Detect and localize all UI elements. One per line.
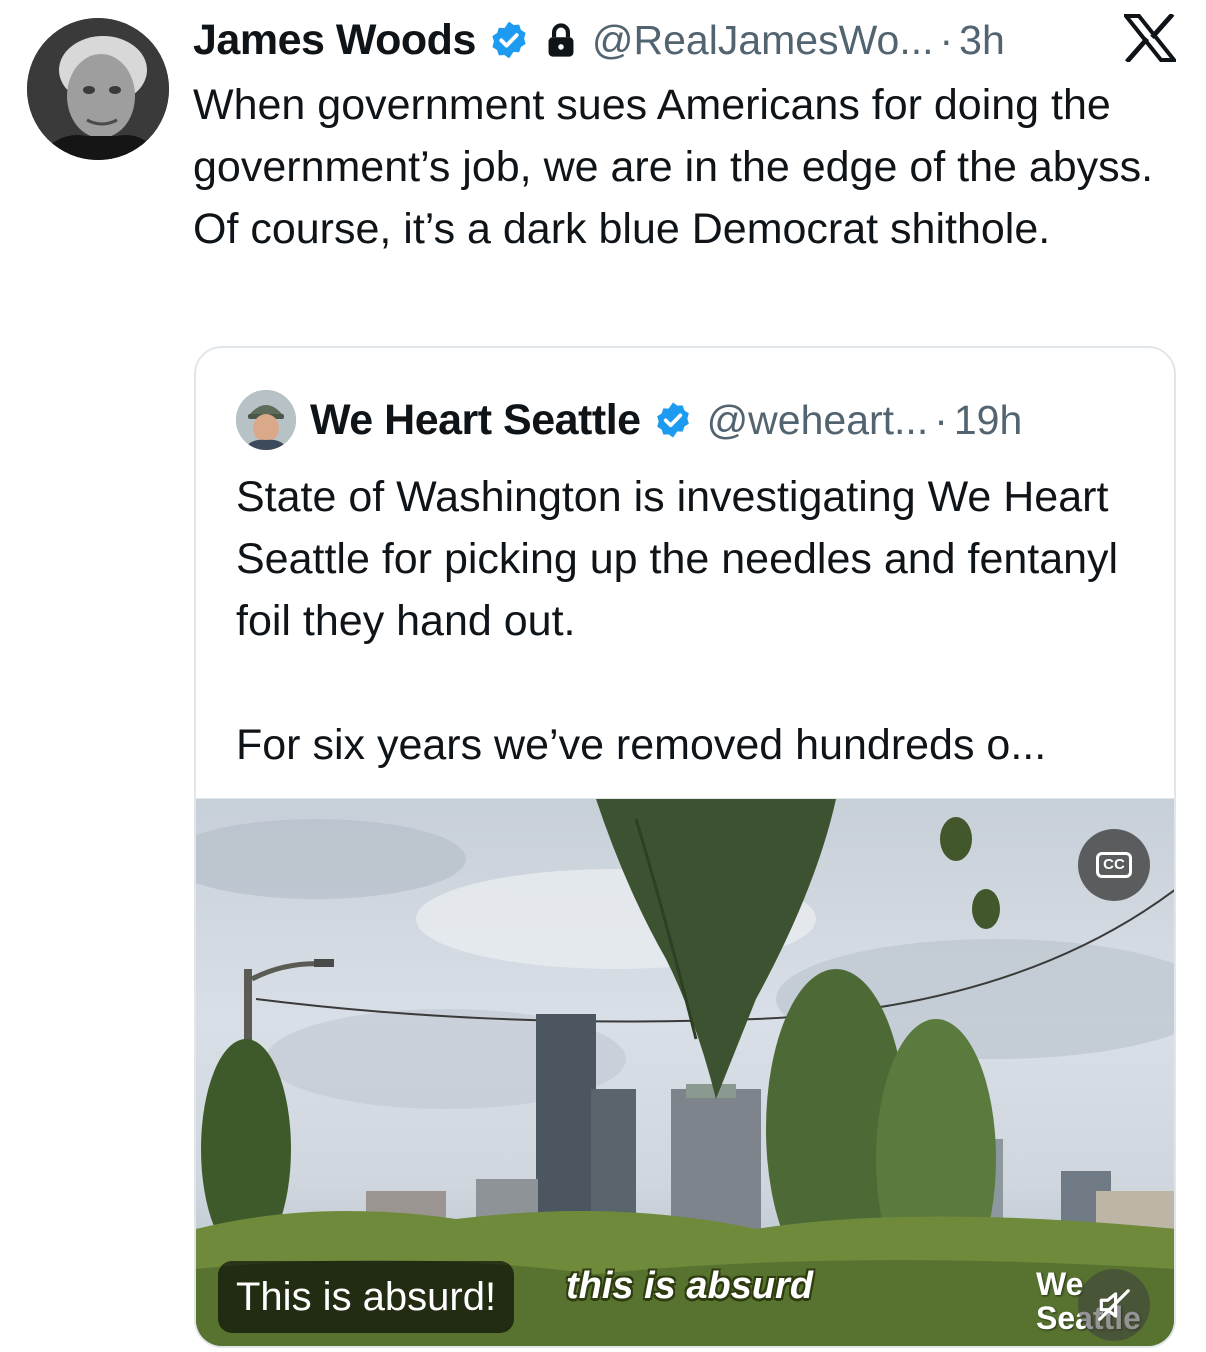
quoted-tweet-card[interactable]: We Heart Seattle @weheart... · 19h State… xyxy=(194,346,1176,1348)
tweet-timestamp[interactable]: 3h xyxy=(959,17,1005,64)
quoted-tweet-text: State of Washington is investigating We … xyxy=(236,466,1156,776)
author-name[interactable]: James Woods xyxy=(193,16,476,65)
verified-badge-icon xyxy=(656,402,689,438)
closed-captions-button[interactable]: CC xyxy=(1078,829,1150,901)
quoted-author-name[interactable]: We Heart Seattle xyxy=(310,396,641,445)
lock-icon xyxy=(548,23,574,57)
author-avatar[interactable] xyxy=(27,18,169,160)
separator-dot: · xyxy=(939,16,954,63)
mute-toggle-button[interactable] xyxy=(1078,1269,1150,1341)
muted-speaker-icon xyxy=(1098,1289,1130,1321)
quoted-tweet-timestamp[interactable]: 19h xyxy=(954,397,1022,444)
author-handle[interactable]: @RealJamesWo... xyxy=(592,17,934,64)
quoted-author-avatar[interactable] xyxy=(236,390,296,450)
video-caption: This is absurd! xyxy=(218,1261,515,1333)
quoted-tweet-paragraph-truncated: For six years we’ve removed hundreds o..… xyxy=(236,721,1047,769)
quoted-tweet-header: We Heart Seattle @weheart... · 19h xyxy=(236,390,1022,450)
tweet-text: When government sues Americans for doing… xyxy=(193,81,1154,253)
closed-captions-icon: CC xyxy=(1096,852,1132,878)
quoted-tweet-paragraph: State of Washington is investigating We … xyxy=(236,473,1119,645)
quoted-author-handle[interactable]: @weheart... xyxy=(707,397,929,444)
x-logo-icon xyxy=(1124,14,1176,62)
verified-badge-icon xyxy=(492,21,526,59)
video-player[interactable]: CC This is absurd! this is absurd We Sea… xyxy=(196,798,1174,1346)
separator-dot: · xyxy=(934,396,948,443)
video-burned-subtitle: this is absurd xyxy=(566,1265,814,1307)
tweet-header: James Woods @RealJamesWo... · 3h xyxy=(193,14,1005,66)
